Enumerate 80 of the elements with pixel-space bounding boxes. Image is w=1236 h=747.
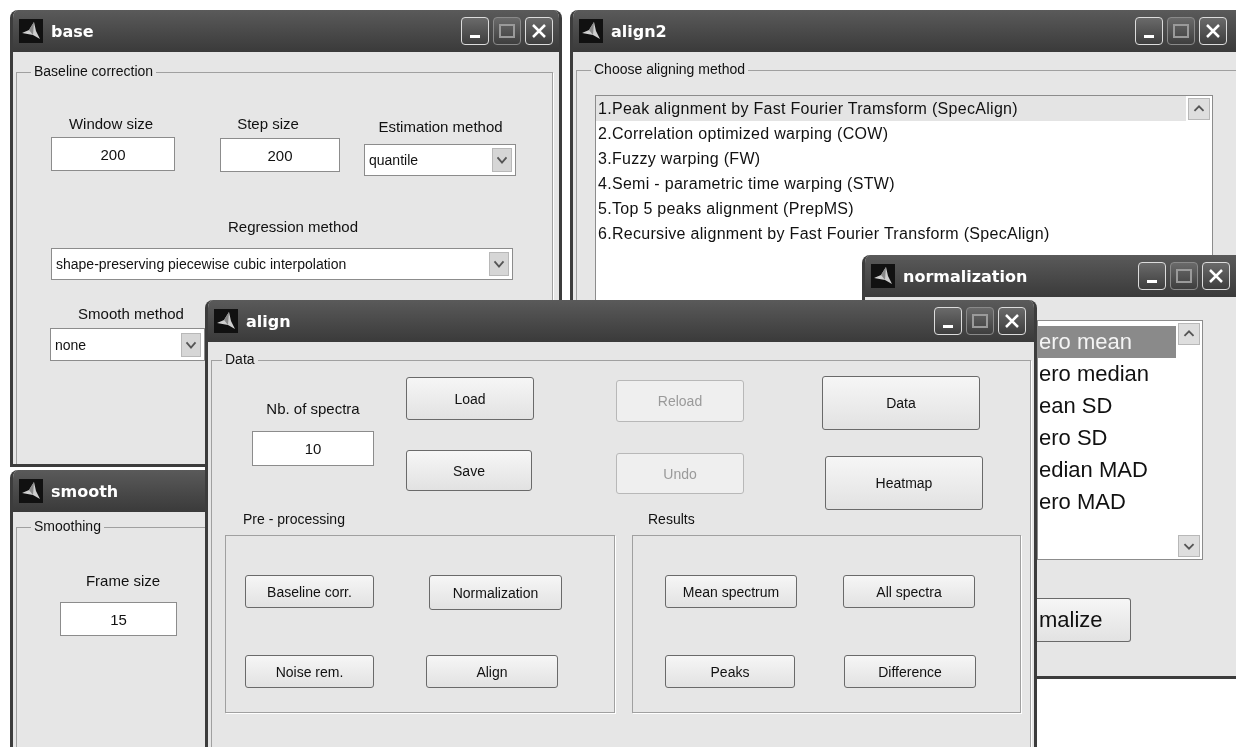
minimize-button[interactable] xyxy=(461,17,489,45)
window-title: base xyxy=(51,21,95,41)
method-item[interactable]: 2.Correlation optimized warping (COW) xyxy=(596,121,1186,146)
app-logo-icon xyxy=(19,19,43,43)
window-title: normalization xyxy=(903,266,1029,286)
close-button[interactable] xyxy=(1202,262,1230,290)
action-button[interactable]: Heatmap xyxy=(825,456,983,510)
method-item[interactable]: 5.Top 5 peaks alignment (PrepMS) xyxy=(596,196,1186,221)
input-field[interactable]: 200 xyxy=(220,138,340,172)
scroll-up-icon[interactable] xyxy=(1178,323,1200,345)
group-label: Data xyxy=(222,351,258,367)
method-item[interactable]: ean SD xyxy=(1038,390,1176,422)
action-button[interactable]: Noise rem. xyxy=(245,655,374,688)
dropdown[interactable]: shape-preserving piecewise cubic interpolation xyxy=(51,248,513,280)
close-icon xyxy=(1208,268,1224,284)
action-button[interactable]: Baseline corr. xyxy=(245,575,374,608)
method-item[interactable]: ero median xyxy=(1038,358,1176,390)
group-label: Smoothing xyxy=(31,518,104,534)
action-button[interactable]: All spectra xyxy=(843,575,975,608)
app-logo-icon xyxy=(214,309,238,333)
maximize-button[interactable] xyxy=(1167,17,1195,45)
minimize-icon xyxy=(470,34,480,38)
minimize-icon xyxy=(1147,279,1157,283)
input-field[interactable]: 10 xyxy=(252,431,374,466)
field-label: Nb. of spectra xyxy=(265,400,361,417)
dropdown[interactable]: none xyxy=(50,328,205,361)
app-logo-icon xyxy=(871,264,895,288)
minimize-button[interactable] xyxy=(934,307,962,335)
field-label: Smooth method xyxy=(77,305,185,322)
maximize-icon xyxy=(499,24,515,38)
group-label: Baseline correction xyxy=(31,63,157,79)
close-button[interactable] xyxy=(525,17,553,45)
close-icon xyxy=(1004,313,1020,329)
method-list[interactable]: ero mean ero median ean SD ero SD edian MAD ero MAD xyxy=(1037,320,1203,560)
method-item[interactable]: edian MAD xyxy=(1038,454,1176,486)
maximize-button[interactable] xyxy=(966,307,994,335)
input-field[interactable]: 15 xyxy=(60,602,177,636)
field-label: Regression method xyxy=(226,218,360,235)
field-label: Step size xyxy=(236,115,300,132)
close-button[interactable] xyxy=(1199,17,1227,45)
app-logo-icon xyxy=(19,479,43,503)
maximize-icon xyxy=(1176,269,1192,283)
minimize-button[interactable] xyxy=(1138,262,1166,290)
minimize-icon xyxy=(1144,34,1154,38)
normalize-button[interactable]: malize xyxy=(1037,598,1131,642)
action-button[interactable]: Normalization xyxy=(429,575,562,610)
maximize-icon xyxy=(972,314,988,328)
action-button[interactable]: Save xyxy=(406,450,532,491)
maximize-button[interactable] xyxy=(493,17,521,45)
close-icon xyxy=(531,23,547,39)
group-label: Choose aligning method xyxy=(591,61,748,77)
window-title: align xyxy=(246,311,292,331)
method-item[interactable]: ero SD xyxy=(1038,422,1176,454)
close-icon xyxy=(1205,23,1221,39)
action-button[interactable]: Load xyxy=(406,377,534,420)
method-item[interactable]: 1.Peak alignment by Fast Fourier Tramsform (SpecAlign) xyxy=(596,96,1186,121)
method-item[interactable]: 6.Recursive alignment by Fast Fourier Transform (SpecAlign) xyxy=(596,221,1186,246)
action-button[interactable]: Align xyxy=(426,655,558,688)
maximize-icon xyxy=(1173,24,1189,38)
method-item[interactable]: 3.Fuzzy warping (FW) xyxy=(596,146,1186,171)
minimize-icon xyxy=(943,324,953,328)
close-button[interactable] xyxy=(998,307,1026,335)
scroll-up-icon[interactable] xyxy=(1188,98,1210,120)
window-title: align2 xyxy=(611,21,668,41)
input-field[interactable]: 200 xyxy=(51,137,175,171)
method-item[interactable]: ero MAD xyxy=(1038,486,1176,518)
dropdown[interactable]: quantile xyxy=(364,144,516,176)
scroll-down-icon[interactable] xyxy=(1178,535,1200,557)
field-label: Window size xyxy=(67,115,155,132)
action-button[interactable]: Peaks xyxy=(665,655,795,688)
action-button[interactable]: Mean spectrum xyxy=(665,575,797,608)
action-button[interactable]: Difference xyxy=(844,655,976,688)
window-title: smooth xyxy=(51,481,120,501)
field-label: Estimation method xyxy=(377,118,504,135)
method-item[interactable]: 4.Semi - parametric time warping (STW) xyxy=(596,171,1186,196)
app-logo-icon xyxy=(579,19,603,43)
field-label: Frame size xyxy=(84,572,162,589)
minimize-button[interactable] xyxy=(1135,17,1163,45)
maximize-button[interactable] xyxy=(1170,262,1198,290)
action-button[interactable]: Data xyxy=(822,376,980,430)
